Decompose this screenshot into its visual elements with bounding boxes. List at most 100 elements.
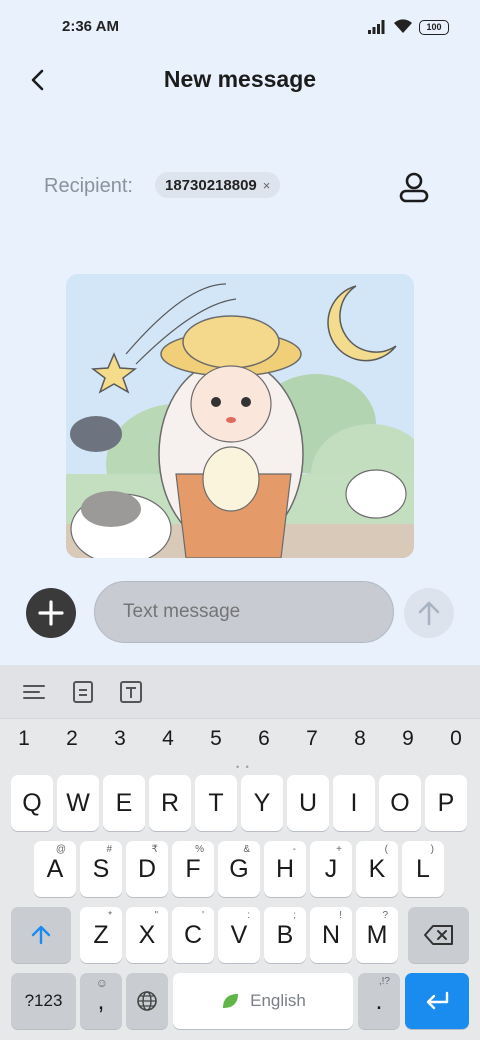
wifi-icon	[394, 19, 412, 33]
key-hint: (	[384, 844, 388, 855]
plus-icon	[38, 600, 64, 626]
page-dots: • •	[236, 762, 251, 772]
shift-arrow-icon	[31, 925, 51, 945]
key-h[interactable]: -H	[264, 841, 306, 897]
key-hint: !	[339, 910, 342, 921]
status-bar: 2:36 AM 100	[0, 0, 480, 56]
key-b[interactable]: ; B	[264, 907, 306, 963]
key-n[interactable]: ! N	[310, 907, 352, 963]
chip-remove-icon[interactable]: ×	[263, 178, 271, 193]
key-label: N	[321, 920, 341, 949]
key-hint: "	[154, 910, 158, 921]
contact-picker-icon[interactable]	[396, 170, 432, 206]
key-hint: %	[195, 844, 204, 855]
battery-icon: 100	[419, 20, 449, 35]
illustration-art	[66, 274, 414, 558]
key-label: F	[185, 854, 201, 883]
page-title: New message	[163, 66, 317, 92]
key-hint: +	[336, 844, 342, 855]
key-j[interactable]: + J	[310, 841, 352, 897]
key-hint: ,!?	[378, 976, 390, 987]
key-hint: -	[292, 844, 296, 855]
enter-icon	[426, 991, 449, 1010]
text-align-icon[interactable]	[21, 679, 47, 705]
key-label: V	[230, 920, 248, 949]
key-2[interactable]: 2	[48, 727, 96, 751]
key-label: .	[375, 986, 383, 1015]
key-q[interactable]: Q	[11, 775, 53, 831]
key-label: G	[229, 854, 249, 883]
key-label: D	[137, 854, 157, 883]
symbols-key[interactable]: ?123	[11, 973, 76, 1029]
key-x[interactable]: " X	[126, 907, 168, 963]
enter-key[interactable]	[405, 973, 469, 1029]
key-label: A	[46, 854, 64, 883]
background-illustration	[66, 274, 414, 558]
key-hint: @	[55, 844, 66, 855]
text-style-icon[interactable]	[118, 679, 144, 705]
key-9[interactable]: 9	[384, 727, 432, 751]
key-3[interactable]: 3	[96, 727, 144, 751]
key-label: Z	[93, 920, 109, 949]
key-k[interactable]: (K	[356, 841, 398, 897]
key-t[interactable]: T	[195, 775, 237, 831]
keyboard-toolbar	[0, 665, 480, 719]
key-a[interactable]: @ A	[34, 841, 76, 897]
key-label: X	[138, 920, 156, 949]
key-5[interactable]: 5	[192, 727, 240, 751]
key-4[interactable]: 4	[144, 727, 192, 751]
shift-key[interactable]	[11, 907, 71, 963]
status-time: 2:36 AM	[62, 18, 119, 35]
key-u[interactable]: U	[287, 775, 329, 831]
key-label: J	[324, 854, 338, 883]
key-label: B	[276, 920, 294, 949]
key-y[interactable]: Y	[241, 775, 283, 831]
recipient-chip-number: 18730218809	[165, 176, 257, 194]
key-6[interactable]: 6	[240, 727, 288, 751]
arrow-up-icon	[418, 601, 440, 626]
send-button[interactable]	[404, 588, 454, 638]
key-g[interactable]: & G	[218, 841, 260, 897]
key-label: C	[183, 920, 203, 949]
backspace-key[interactable]	[408, 907, 469, 963]
key-1[interactable]: 1	[0, 727, 48, 751]
key-c[interactable]: ' C	[172, 907, 214, 963]
number-row: 1 2 3 4 5 6 7 8 9 0	[0, 727, 480, 759]
key-e[interactable]: E	[103, 775, 145, 831]
signal-icon	[368, 20, 385, 34]
key-hint: )	[430, 844, 434, 855]
key-o[interactable]: O	[379, 775, 421, 831]
key-label: L	[416, 854, 430, 883]
clipboard-icon[interactable]	[70, 679, 96, 705]
add-attachment-button[interactable]	[26, 588, 76, 638]
leaf-icon	[223, 994, 239, 1008]
key-i[interactable]: I	[333, 775, 375, 831]
key-d[interactable]: ₹ D	[126, 841, 168, 897]
recipient-chip[interactable]: 18730218809 ×	[155, 172, 281, 198]
recipient-label: Recipient:	[44, 175, 133, 197]
key-v[interactable]: :V	[218, 907, 260, 963]
message-input[interactable]	[94, 581, 394, 643]
key-l[interactable]: ) L	[402, 841, 444, 897]
key-m[interactable]: ? M	[356, 907, 398, 963]
period-key[interactable]: ,!? .	[358, 973, 400, 1029]
language-key[interactable]	[126, 973, 168, 1029]
comma-key[interactable]: ☺ ,	[80, 973, 122, 1029]
key-z[interactable]: * Z	[80, 907, 122, 963]
key-p[interactable]: P	[425, 775, 467, 831]
key-7[interactable]: 7	[288, 727, 336, 751]
space-key[interactable]: English	[173, 973, 353, 1029]
key-label: S	[92, 854, 110, 883]
key-8[interactable]: 8	[336, 727, 384, 751]
emoji-icon: ☺	[95, 976, 108, 990]
key-hint: &	[243, 844, 250, 855]
space-key-label: English	[250, 991, 306, 1010]
key-0[interactable]: 0	[432, 727, 480, 751]
key-label: H	[275, 854, 295, 883]
key-w[interactable]: W	[57, 775, 99, 831]
key-hint: '	[202, 910, 204, 921]
key-r[interactable]: R	[149, 775, 191, 831]
key-f[interactable]: % F	[172, 841, 214, 897]
key-hint: #	[106, 844, 112, 855]
key-s[interactable]: # S	[80, 841, 122, 897]
